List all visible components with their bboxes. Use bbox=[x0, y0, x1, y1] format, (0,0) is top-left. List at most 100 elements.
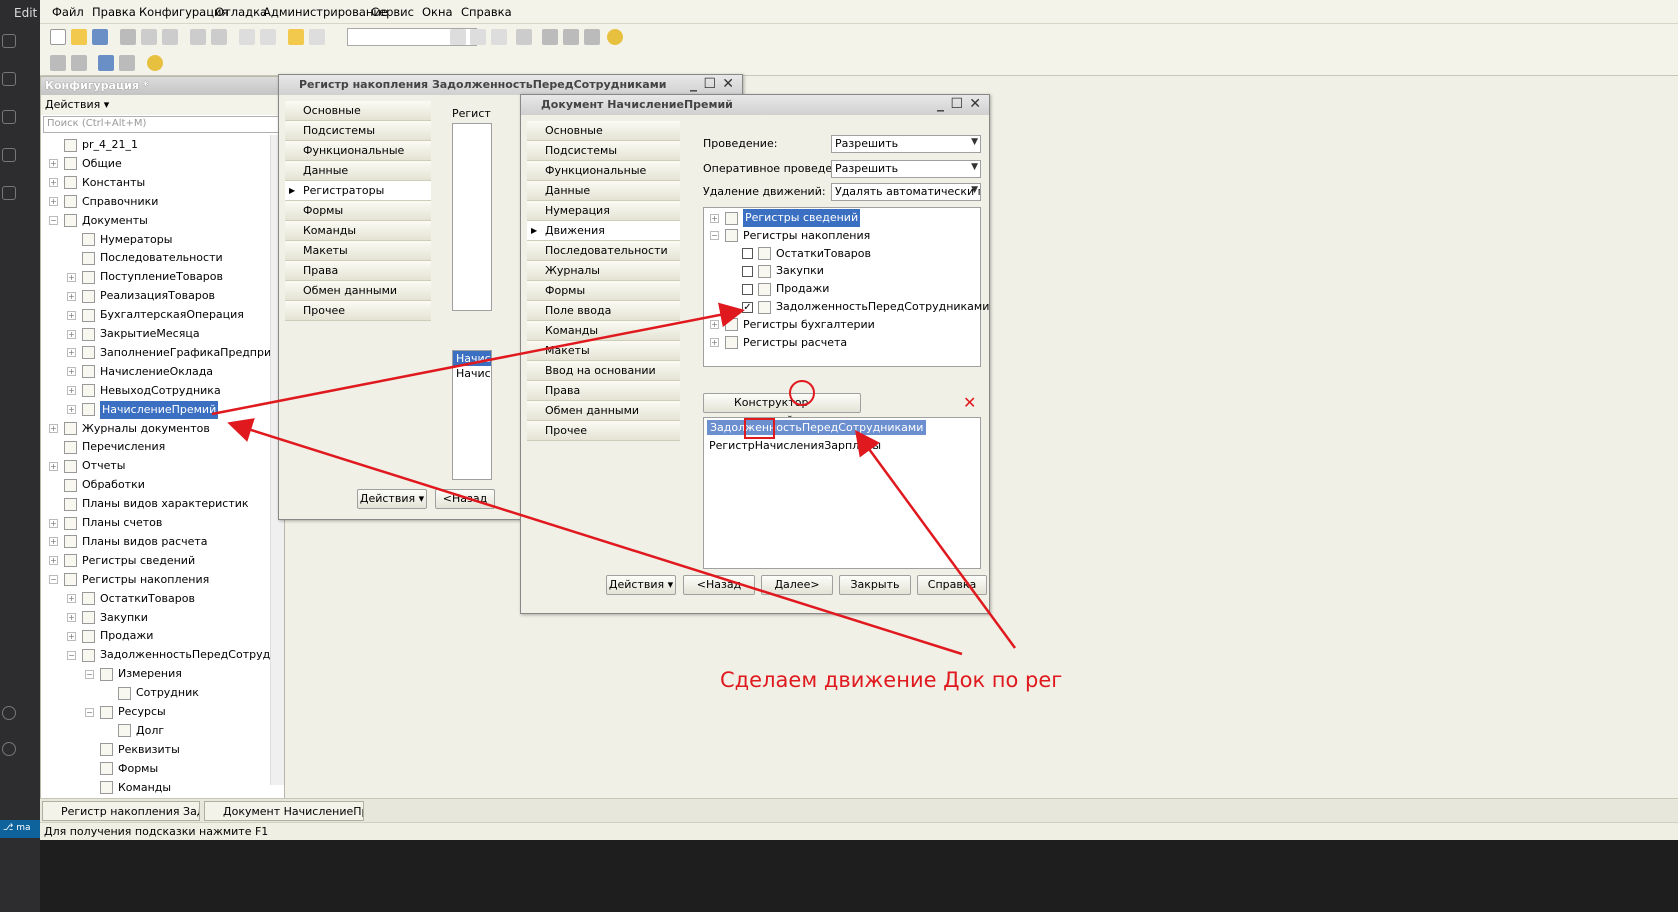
menu-file[interactable]: Файл bbox=[52, 5, 84, 19]
nav-item[interactable]: Последовательности bbox=[527, 241, 680, 261]
collapse-icon[interactable]: − bbox=[49, 575, 58, 585]
tree-item[interactable]: Сотрудник bbox=[103, 684, 199, 702]
expand-icon[interactable]: + bbox=[67, 386, 76, 396]
preview-icon[interactable] bbox=[211, 29, 227, 45]
nav-item[interactable]: Регистраторы bbox=[285, 181, 431, 201]
nav-item[interactable]: Обмен данными bbox=[527, 401, 680, 421]
collapse-icon[interactable]: − bbox=[67, 650, 76, 660]
new-icon[interactable] bbox=[50, 29, 66, 45]
nav-item[interactable]: Прочее bbox=[527, 421, 680, 441]
run-icon[interactable] bbox=[2, 148, 16, 162]
list-item[interactable]: Начис bbox=[453, 351, 491, 366]
nav-item[interactable]: Обмен данными bbox=[285, 281, 431, 301]
realtime-select[interactable]: Разрешить ▼ bbox=[831, 160, 981, 178]
tree-item[interactable]: + Справочники bbox=[49, 193, 158, 211]
expand-icon[interactable]: + bbox=[67, 310, 76, 320]
expand-icon[interactable]: + bbox=[49, 537, 58, 547]
expand-icon[interactable]: + bbox=[49, 178, 58, 188]
register-item[interactable]: + Регистры бухгалтерии bbox=[710, 316, 875, 334]
menu-help[interactable]: Справка bbox=[461, 5, 512, 19]
nav-item[interactable]: Макеты bbox=[527, 341, 680, 361]
save-icon[interactable] bbox=[92, 29, 108, 45]
posting-select[interactable]: Разрешить ▼ bbox=[831, 135, 981, 153]
menu-debug[interactable]: Отладка bbox=[215, 5, 267, 19]
redo-icon[interactable] bbox=[260, 29, 276, 45]
expand-icon[interactable]: + bbox=[710, 213, 719, 223]
tree-item[interactable]: + Отчеты bbox=[49, 457, 125, 475]
doc-actions-button[interactable]: Действия ▾ bbox=[606, 575, 676, 595]
collapse-icon[interactable]: − bbox=[710, 231, 719, 241]
close-icon[interactable]: ✕ bbox=[969, 96, 981, 112]
find-icon[interactable] bbox=[288, 29, 304, 45]
register-item[interactable]: Продажи bbox=[742, 280, 829, 298]
expand-icon[interactable]: + bbox=[49, 159, 58, 169]
tree-item[interactable]: + Регистры сведений bbox=[49, 552, 195, 570]
explorer-icon[interactable] bbox=[2, 34, 16, 48]
tree-item[interactable]: − Документы bbox=[49, 212, 148, 230]
tree-item[interactable]: + ЗакрытиеМесяца bbox=[67, 325, 200, 343]
expand-icon[interactable]: + bbox=[710, 320, 719, 330]
tree-item[interactable]: + БухгалтерскаяОперация bbox=[67, 306, 244, 324]
expand-icon[interactable]: + bbox=[710, 338, 719, 348]
tree-item[interactable]: + Константы bbox=[49, 174, 145, 192]
tree-item[interactable]: + ПоступлениеТоваров bbox=[67, 268, 223, 286]
register-checkbox[interactable] bbox=[742, 283, 753, 295]
extensions-icon[interactable] bbox=[2, 186, 16, 200]
nav-item[interactable]: Подсистемы bbox=[527, 141, 680, 161]
nav-item[interactable]: Команды bbox=[527, 321, 680, 341]
open-icon[interactable] bbox=[71, 29, 87, 45]
tree-item[interactable]: − Измерения bbox=[85, 665, 182, 683]
tree-item[interactable]: + РеализацияТоваров bbox=[67, 287, 215, 305]
doc-next-button[interactable]: Далее> bbox=[761, 575, 833, 595]
search-icon[interactable] bbox=[2, 110, 16, 124]
db-config-icon[interactable] bbox=[71, 55, 87, 71]
tree-item[interactable]: + ЗаполнениеГрафикаПредприятия bbox=[67, 344, 284, 362]
expand-icon[interactable]: + bbox=[67, 329, 76, 339]
expand-icon[interactable]: + bbox=[67, 348, 76, 358]
register-item[interactable]: − Регистры накопления bbox=[710, 227, 870, 245]
register-checkbox[interactable] bbox=[742, 248, 753, 260]
tree-item[interactable]: + Продажи bbox=[67, 627, 153, 645]
undo-icon[interactable] bbox=[239, 29, 255, 45]
paste-icon[interactable] bbox=[162, 29, 178, 45]
tree-item[interactable]: Планы видов характеристик bbox=[49, 495, 249, 513]
expand-icon[interactable]: + bbox=[49, 556, 58, 566]
maximize-icon[interactable]: ☐ bbox=[950, 96, 963, 112]
menu-edit[interactable]: Правка bbox=[92, 5, 136, 19]
register-item[interactable]: ✓ ЗадолженностьПередСотрудниками bbox=[742, 298, 989, 316]
update-db-icon[interactable] bbox=[98, 55, 114, 71]
actions-menu[interactable]: Действия bbox=[45, 98, 100, 111]
reg-actions-button[interactable]: Действия ▾ bbox=[357, 489, 427, 509]
syntax-icon[interactable] bbox=[584, 29, 600, 45]
registrators-list[interactable] bbox=[452, 123, 492, 311]
nav-item[interactable]: Данные bbox=[527, 181, 680, 201]
reg-back-button[interactable]: <Назад bbox=[435, 489, 495, 509]
register-checkbox[interactable] bbox=[742, 265, 753, 277]
nav-item[interactable]: Функциональные опции bbox=[285, 141, 431, 177]
nav-item[interactable]: Формы bbox=[285, 201, 431, 221]
nav-item[interactable]: Формы bbox=[527, 281, 680, 301]
nav-item[interactable]: Движения bbox=[527, 221, 680, 241]
tree-item[interactable]: − Регистры накопления bbox=[49, 571, 209, 589]
movements-constructor-button[interactable]: Конструктор движений bbox=[703, 393, 861, 427]
nav-item[interactable]: Команды bbox=[285, 221, 431, 241]
tree-item[interactable]: Команды bbox=[85, 779, 171, 797]
tree-item[interactable]: Долг bbox=[103, 722, 164, 740]
tree-item[interactable]: Формы bbox=[85, 760, 158, 778]
tab-register[interactable]: Регистр накопления Задол... bbox=[42, 801, 200, 821]
clear-icon[interactable] bbox=[450, 29, 466, 45]
nav-item[interactable]: Данные bbox=[285, 161, 431, 181]
tree-item[interactable]: + Планы видов расчета bbox=[49, 533, 208, 551]
expand-icon[interactable]: + bbox=[67, 272, 76, 282]
nav-item[interactable]: Журналы bbox=[527, 261, 680, 281]
tree-item[interactable]: Обработки bbox=[49, 476, 145, 494]
expand-icon[interactable]: + bbox=[49, 197, 58, 207]
search-next-icon[interactable] bbox=[491, 29, 507, 45]
tools-icon[interactable] bbox=[542, 29, 558, 45]
expand-icon[interactable]: + bbox=[67, 613, 76, 622]
expand-icon[interactable]: + bbox=[49, 461, 58, 471]
nav-item[interactable]: Макеты bbox=[285, 241, 431, 261]
zoom-icon[interactable] bbox=[309, 29, 325, 45]
files-icon[interactable] bbox=[2, 72, 16, 86]
register-item[interactable]: Закупки bbox=[742, 262, 824, 280]
